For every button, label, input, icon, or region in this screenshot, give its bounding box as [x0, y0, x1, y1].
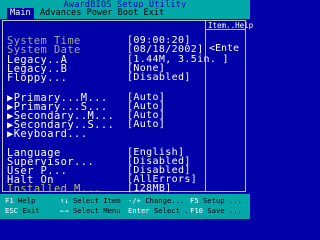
- legend-enter: Enter Select ...: [128, 207, 197, 214]
- legend-action: Change...: [145, 196, 185, 205]
- help-divider: [205, 20, 206, 192]
- legend-action: Setup ...: [202, 196, 242, 205]
- legend-arrows-updown: ↑↓ Select Item: [60, 197, 121, 204]
- legend-f1: F1 Help: [5, 197, 35, 204]
- setting-label: Floppy...: [7, 72, 68, 84]
- legend-action: Save ...: [207, 206, 242, 215]
- legend-f10: F10 Save ...: [190, 207, 242, 214]
- legend-arrows-leftright: ←→ Select Menu: [60, 207, 121, 214]
- legend-f5: F5 Setup ...: [190, 197, 242, 204]
- menu-main-tab[interactable]: Main: [7, 8, 34, 19]
- legend-plus-minus: -/+ Change...: [128, 197, 184, 204]
- legend-action: Select Item: [72, 196, 121, 205]
- legend-esc: ESC Exit: [5, 207, 40, 214]
- legend-key: ESC: [5, 206, 18, 215]
- setting-value[interactable]: [Auto]: [127, 120, 165, 130]
- setting-row-floppy[interactable]: Floppy... [Disabled]: [7, 72, 190, 84]
- legend-key: -/+: [128, 196, 141, 205]
- key-legend: F1 Help ↑↓ Select Item -/+ Change... F5 …: [0, 194, 250, 219]
- setting-value: [128MB]: [127, 183, 172, 194]
- legend-key: F10: [190, 206, 203, 215]
- legend-action: Select Menu: [72, 206, 121, 215]
- menu-other-tabs[interactable]: Advances Power Boot Exit: [40, 8, 164, 19]
- legend-key: ←→: [60, 206, 69, 215]
- setting-row-installed-memory: Installed M... [128MB]: [7, 184, 171, 195]
- legend-key: Enter: [128, 206, 150, 215]
- legend-key: F5: [190, 196, 199, 205]
- legend-action: Help: [17, 196, 36, 205]
- legend-key: ↑↓: [60, 196, 69, 205]
- legend-action: Exit: [22, 206, 40, 215]
- setting-value[interactable]: [Disabled]: [127, 73, 191, 83]
- setting-label: ▶Keyboard...: [7, 128, 88, 140]
- setting-row-keyboard[interactable]: ▶Keyboard...: [7, 129, 87, 139]
- help-text: <Ente: [209, 43, 240, 54]
- menu-bar: Main Advances Power Boot Exit: [0, 8, 250, 19]
- help-title: Item..Help: [208, 21, 254, 30]
- legend-key: F1: [5, 196, 14, 205]
